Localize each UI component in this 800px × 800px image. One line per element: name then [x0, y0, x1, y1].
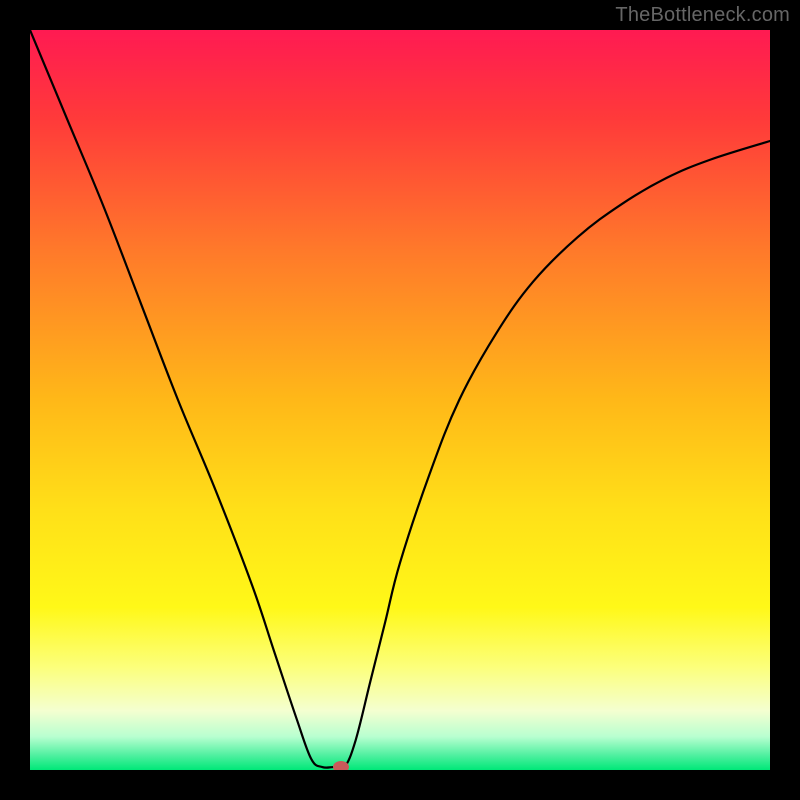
curve-layer [30, 30, 770, 770]
bottleneck-curve [30, 30, 770, 769]
optimal-point-marker [333, 761, 349, 770]
watermark-text: TheBottleneck.com [615, 4, 790, 27]
chart-container: TheBottleneck.com [0, 0, 800, 800]
plot-area [30, 30, 770, 770]
